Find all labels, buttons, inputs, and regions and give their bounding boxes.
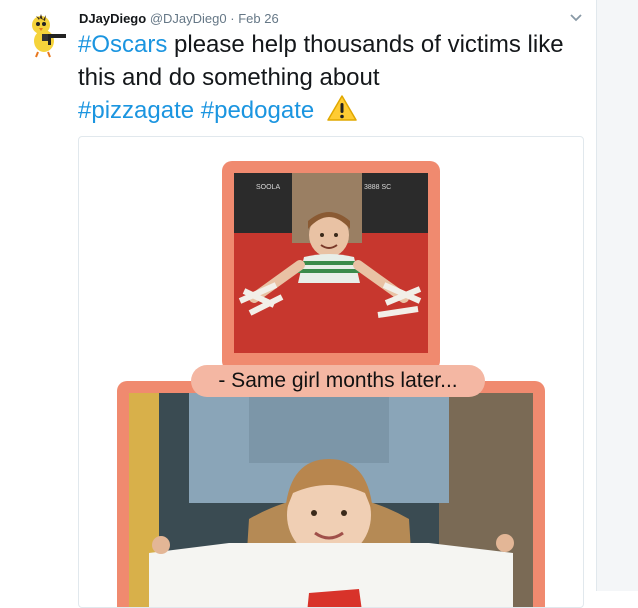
- photo-caption: - Same girl months later...: [191, 365, 485, 397]
- separator: ·: [230, 11, 235, 26]
- tweet[interactable]: DJayDiego @DJayDieg0 · Feb 26 #Oscars pl…: [0, 0, 596, 608]
- chevron-down-icon[interactable]: [566, 9, 586, 25]
- chick-avatar-icon: [32, 14, 66, 58]
- before-photo[interactable]: SOOLA 3888 SC: [234, 173, 428, 353]
- tweet-text: #Oscars please help thousands of victims…: [78, 28, 588, 130]
- timestamp[interactable]: Feb 26: [238, 11, 278, 26]
- warning-icon: [327, 95, 357, 130]
- sign-left-text: SOOLA: [256, 184, 280, 191]
- sign-right-text: 3888 SC: [364, 184, 391, 191]
- tweet-header: DJayDiego @DJayDieg0 · Feb 26: [79, 11, 279, 27]
- before-photo-frame: SOOLA 3888 SC: [222, 161, 440, 371]
- avatar[interactable]: [22, 10, 70, 58]
- after-photo[interactable]: [129, 393, 533, 607]
- page-background-edge: [596, 0, 638, 591]
- display-name[interactable]: DJayDiego: [79, 11, 146, 26]
- hashtag-oscars[interactable]: #Oscars: [78, 31, 167, 58]
- media-card[interactable]: SOOLA 3888 SC - Same girl months later..…: [78, 136, 584, 608]
- after-photo-frame: [117, 381, 545, 607]
- user-handle[interactable]: @DJayDieg0: [150, 11, 227, 26]
- hashtag-pizzagate[interactable]: #pizzagate: [78, 97, 194, 124]
- hashtag-pedogate[interactable]: #pedogate: [201, 97, 314, 124]
